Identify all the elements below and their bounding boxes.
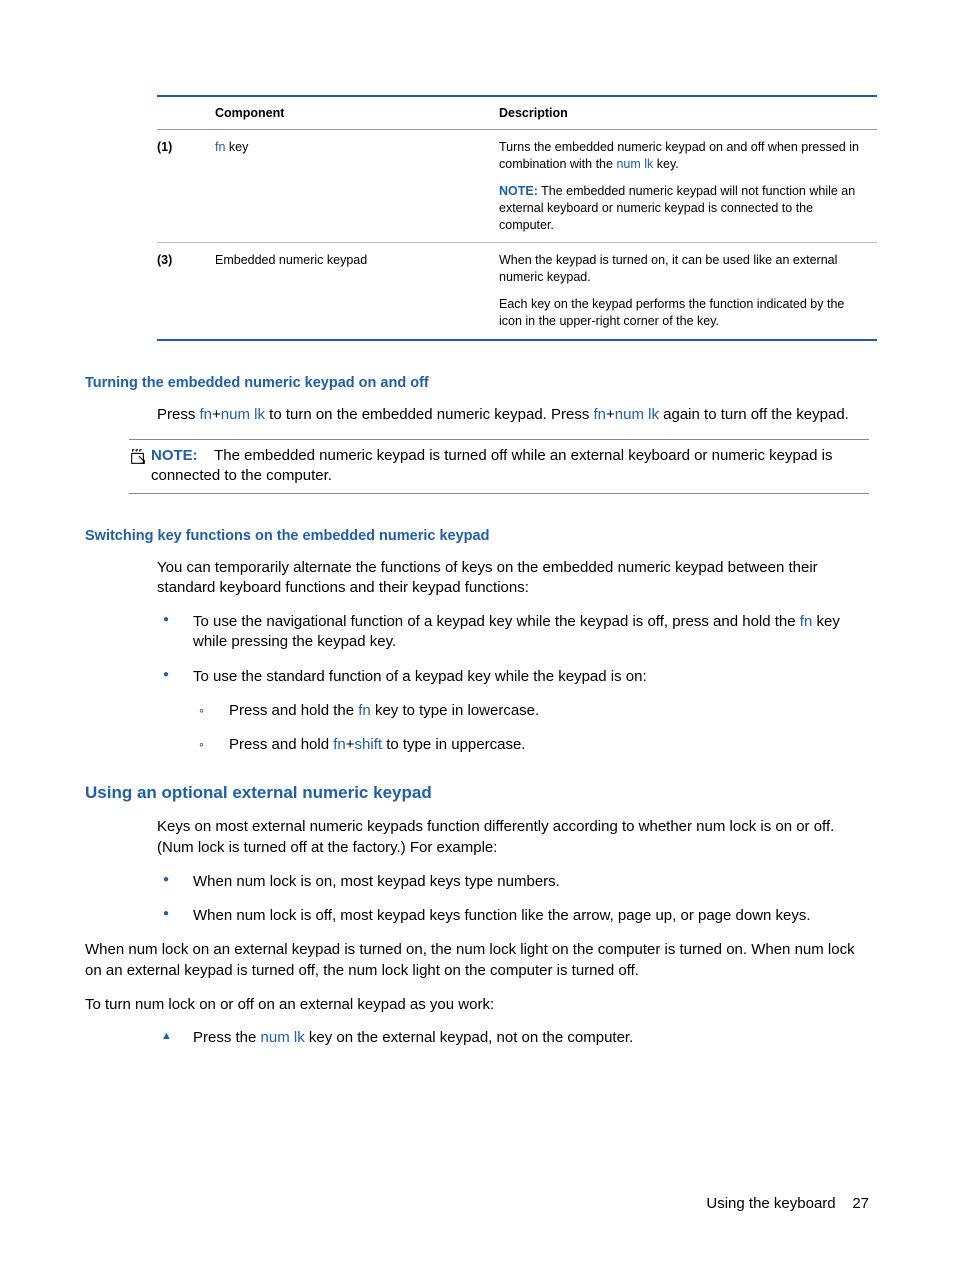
row-component: Embedded numeric keypad <box>215 243 499 340</box>
list-item: To use the standard function of a keypad… <box>157 667 869 756</box>
paragraph: You can temporarily alternate the functi… <box>157 558 869 599</box>
paragraph: Press fn+num lk to turn on the embedded … <box>157 405 869 425</box>
note-label: NOTE: <box>499 184 538 198</box>
sub-bullet-list: Press and hold the fn key to type in low… <box>193 701 869 756</box>
list-item: When num lock is off, most keypad keys f… <box>157 906 869 926</box>
row-number: (3) <box>157 243 215 340</box>
paragraph: When num lock on an external keypad is t… <box>85 940 869 981</box>
component-table: Component Description (1) fn key Turns t… <box>157 95 877 341</box>
table-header-description: Description <box>499 96 877 130</box>
heading-switching-functions: Switching key functions on the embedded … <box>85 528 869 544</box>
paragraph: To turn num lock on or off on an externa… <box>85 995 869 1015</box>
bullet-list: When num lock is on, most keypad keys ty… <box>157 872 869 927</box>
heading-turning-on-off: Turning the embedded numeric keypad on a… <box>85 375 869 391</box>
row-component: fn key <box>215 130 499 243</box>
page-number: 27 <box>852 1195 869 1212</box>
page-footer: Using the keyboard 27 <box>706 1195 869 1212</box>
triangle-list: Press the num lk key on the external key… <box>157 1029 869 1046</box>
list-item: When num lock is on, most keypad keys ty… <box>157 872 869 892</box>
table-row: (1) fn key Turns the embedded numeric ke… <box>157 130 877 243</box>
row-number: (1) <box>157 130 215 243</box>
document-page: Component Description (1) fn key Turns t… <box>0 0 954 1270</box>
note-callout: NOTE: The embedded numeric keypad is tur… <box>129 439 869 494</box>
list-item: Press and hold fn+shift to type in upper… <box>193 735 869 755</box>
bullet-list: To use the navigational function of a ke… <box>157 612 869 755</box>
table-header-component: Component <box>215 96 499 130</box>
list-item: To use the navigational function of a ke… <box>157 612 869 653</box>
footer-title: Using the keyboard <box>706 1195 835 1212</box>
row-description: When the keypad is turned on, it can be … <box>499 243 877 340</box>
list-item: Press the num lk key on the external key… <box>157 1029 869 1046</box>
list-item: Press and hold the fn key to type in low… <box>193 701 869 721</box>
row-description: Turns the embedded numeric keypad on and… <box>499 130 877 243</box>
note-icon <box>129 448 151 472</box>
heading-external-keypad: Using an optional external numeric keypa… <box>85 783 869 803</box>
note-label: NOTE: <box>151 447 198 464</box>
table-row: (3) Embedded numeric keypad When the key… <box>157 243 877 340</box>
table-header-blank <box>157 96 215 130</box>
paragraph: Keys on most external numeric keypads fu… <box>157 817 869 858</box>
